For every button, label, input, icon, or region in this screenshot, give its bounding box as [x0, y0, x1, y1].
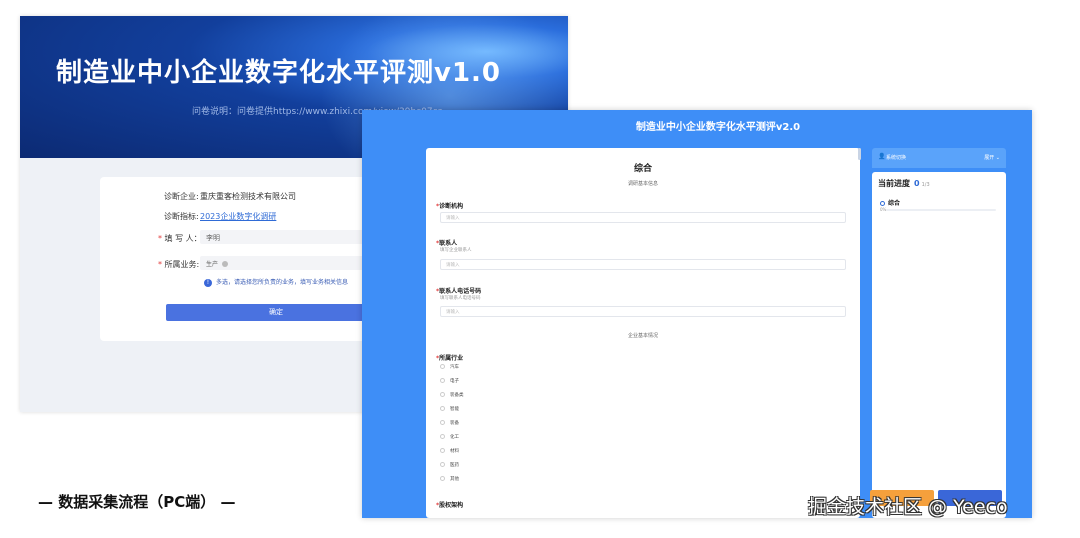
- industry-option[interactable]: 化工: [440, 434, 459, 440]
- option-label: 智能: [450, 407, 459, 412]
- radio-icon: [440, 378, 445, 383]
- section-subtitle: 调研基本信息: [627, 181, 658, 187]
- tip-text: 多选，请选择您所负责的业务，填写业务相关信息: [216, 279, 349, 286]
- progress-title: 当前进度 0 1/3: [878, 178, 930, 189]
- question-phone: *联系人电话号码: [436, 286, 481, 295]
- industry-option[interactable]: 智能: [440, 406, 459, 412]
- page: 制造业中小企业数字化水平评测v1.0 问卷说明：问卷提供https://www.…: [0, 0, 1080, 538]
- page-title: 制造业中小企业数字化水平评测v1.0: [56, 58, 502, 88]
- form-card: 诊断企业: 重庆重客检测技术有限公司 诊断指标: 2023企业数字化调研 * 填…: [100, 177, 400, 341]
- metric-label: 诊断指标:: [164, 212, 199, 221]
- industry-option[interactable]: 装备: [440, 420, 459, 426]
- app-title: 制造业中小企业数字化水平测评v2.0: [635, 122, 801, 133]
- question-label: 联系人: [439, 240, 458, 247]
- option-label: 医药: [450, 463, 459, 468]
- input-placeholder: 请输入: [446, 263, 460, 268]
- watermark: 掘金技术社区 @ Yeeco: [808, 496, 1008, 518]
- option-label: 电子: [450, 379, 459, 384]
- form-scrollbar[interactable]: [858, 148, 861, 160]
- filler-value: 李明: [206, 234, 220, 242]
- industry-option[interactable]: 汽车: [440, 364, 459, 370]
- industry-option[interactable]: 医药: [440, 462, 459, 468]
- option-label: 材料: [450, 449, 459, 454]
- info-icon: !: [204, 278, 212, 287]
- panel-header-label: 系统切换: [886, 155, 907, 161]
- radio-icon: [440, 420, 445, 425]
- question-industry: *所属行业: [436, 353, 463, 362]
- company-label: 诊断企业:: [164, 192, 199, 201]
- panel-body: 当前进度 0 1/3 综合 0%: [872, 172, 1006, 518]
- progress-count: 0: [914, 179, 920, 188]
- section-subtitle: 企业基本情况: [627, 333, 658, 339]
- radio-icon: [440, 434, 445, 439]
- question-contact: *联系人: [436, 238, 457, 247]
- business-label-text: 所属业务:: [164, 260, 200, 269]
- question-hint: 填写联系人电话号码: [440, 296, 481, 301]
- section-title: 综合: [633, 164, 652, 174]
- question-label: 股权架构: [439, 502, 464, 509]
- industry-option[interactable]: 材料: [440, 448, 459, 454]
- option-label: 装备类: [450, 393, 464, 398]
- progress-item[interactable]: 综合: [880, 198, 900, 207]
- input-placeholder: 请输入: [446, 310, 460, 315]
- question-hint: 填写企业联系人: [440, 248, 472, 253]
- filler-label-text: 填 写 人：: [164, 234, 202, 243]
- figure-caption: — 数据采集流程（PC端） —: [38, 493, 236, 511]
- question-label: 诊断机构: [439, 203, 464, 210]
- progress-item-label: 综合: [888, 200, 901, 207]
- input-placeholder: 请输入: [446, 216, 460, 221]
- confirm-button[interactable]: 确定: [166, 304, 386, 321]
- radio-selected-icon: [880, 201, 885, 206]
- progress-label: 当前进度: [878, 179, 910, 188]
- progress-bar: [886, 209, 996, 211]
- panel-header[interactable]: 👤 系统切换 展开 ⌄: [872, 148, 1006, 168]
- user-icon: 👤: [878, 153, 886, 160]
- business-tip: ! 多选，请选择您所负责的业务，填写业务相关信息: [204, 277, 348, 287]
- progress-total: 1/3: [921, 182, 930, 188]
- phone-input[interactable]: 请输入: [440, 306, 846, 317]
- radio-icon: [440, 462, 445, 467]
- radio-icon: [440, 406, 445, 411]
- question-label: 所属行业: [439, 355, 464, 362]
- filler-label: * 填 写 人：: [158, 233, 202, 244]
- option-label: 汽车: [450, 365, 459, 370]
- option-label: 装备: [450, 421, 459, 426]
- required-mark: *: [158, 260, 162, 269]
- question-label: 联系人电话号码: [439, 288, 482, 295]
- business-label: * 所属业务:: [158, 259, 199, 270]
- industry-option[interactable]: 电子: [440, 378, 459, 384]
- screenshot-v2: 制造业中小企业数字化水平测评v2.0 综合 调研基本信息 *诊断机构 请输入 *…: [362, 110, 1032, 518]
- radio-icon: [440, 364, 445, 369]
- expand-toggle[interactable]: 展开 ⌄: [984, 154, 1000, 161]
- company-value: 重庆重客检测技术有限公司: [200, 192, 296, 201]
- progress-panel: 👤 系统切换 展开 ⌄ 当前进度 0 1/3 综合 0%: [872, 148, 1006, 518]
- required-mark: *: [158, 234, 162, 243]
- tag-remove-icon[interactable]: [222, 261, 229, 267]
- industry-option[interactable]: 装备类: [440, 392, 464, 398]
- business-tag: 生产: [206, 261, 219, 268]
- contact-input[interactable]: 请输入: [440, 259, 846, 270]
- institution-input[interactable]: 请输入: [440, 212, 846, 223]
- option-label: 其他: [450, 477, 459, 482]
- option-label: 化工: [450, 435, 459, 440]
- industry-option[interactable]: 其他: [440, 476, 459, 482]
- question-equity: *股权架构: [436, 500, 463, 509]
- questionnaire-form: 综合 调研基本信息 *诊断机构 请输入 *联系人 填写企业联系人 请输入 *联系…: [426, 148, 860, 518]
- radio-icon: [440, 448, 445, 453]
- radio-icon: [440, 476, 445, 481]
- radio-icon: [440, 392, 445, 397]
- metric-link[interactable]: 2023企业数字化调研: [200, 211, 276, 222]
- question-institution: *诊断机构: [436, 201, 463, 210]
